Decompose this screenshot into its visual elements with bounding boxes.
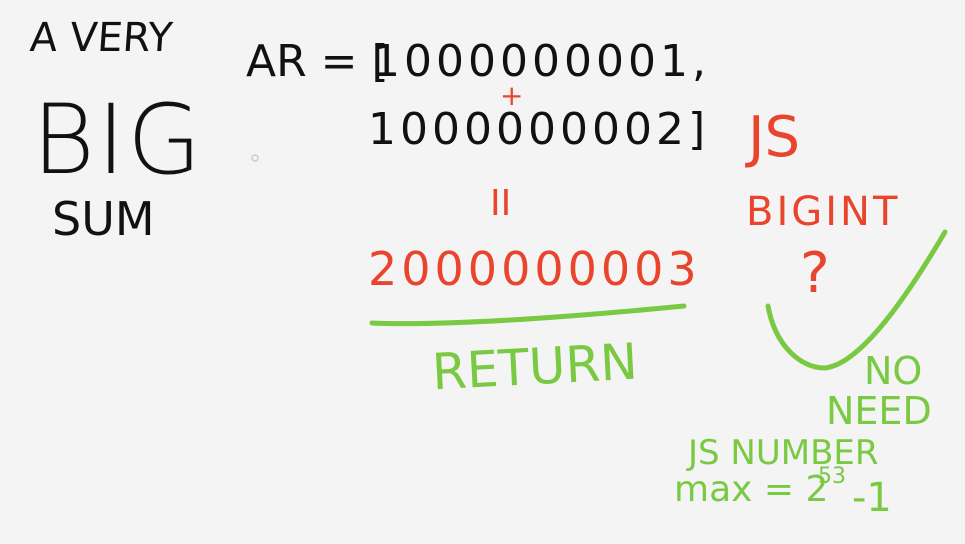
title-line-big: BIG xyxy=(32,84,204,196)
title-line-sum: SUM xyxy=(52,192,155,246)
result-underline-stroke xyxy=(369,303,687,327)
no-need-line-1: NO xyxy=(864,349,923,393)
checkmark-stroke xyxy=(765,229,948,371)
stray-dot xyxy=(251,154,259,162)
return-label: RETURN xyxy=(430,332,640,402)
js-number-label: JS NUMBER xyxy=(688,433,879,473)
no-need-line-2: NEED xyxy=(826,389,932,433)
whiteboard-canvas: A VERY BIG SUM AR = [ 1000000001, + 1000… xyxy=(0,0,965,544)
max-formula-exponent: 53 xyxy=(818,464,846,489)
max-formula-prefix: max = 2 xyxy=(674,469,829,510)
array-value-1: 1000000001, xyxy=(372,36,710,87)
title-line-a-very: A VERY xyxy=(28,15,174,61)
max-formula-suffix: -1 xyxy=(852,475,892,521)
equals-mark: II xyxy=(490,183,512,224)
bigint-note-js: JS xyxy=(748,105,801,170)
array-prefix: AR = [ xyxy=(246,36,389,87)
array-value-2: 1000000002] xyxy=(368,104,710,155)
result-sum-value: 2000000003 xyxy=(368,242,701,296)
bigint-note-bigint: BIGINT xyxy=(746,189,901,235)
bigint-note-question: ? xyxy=(800,241,830,306)
